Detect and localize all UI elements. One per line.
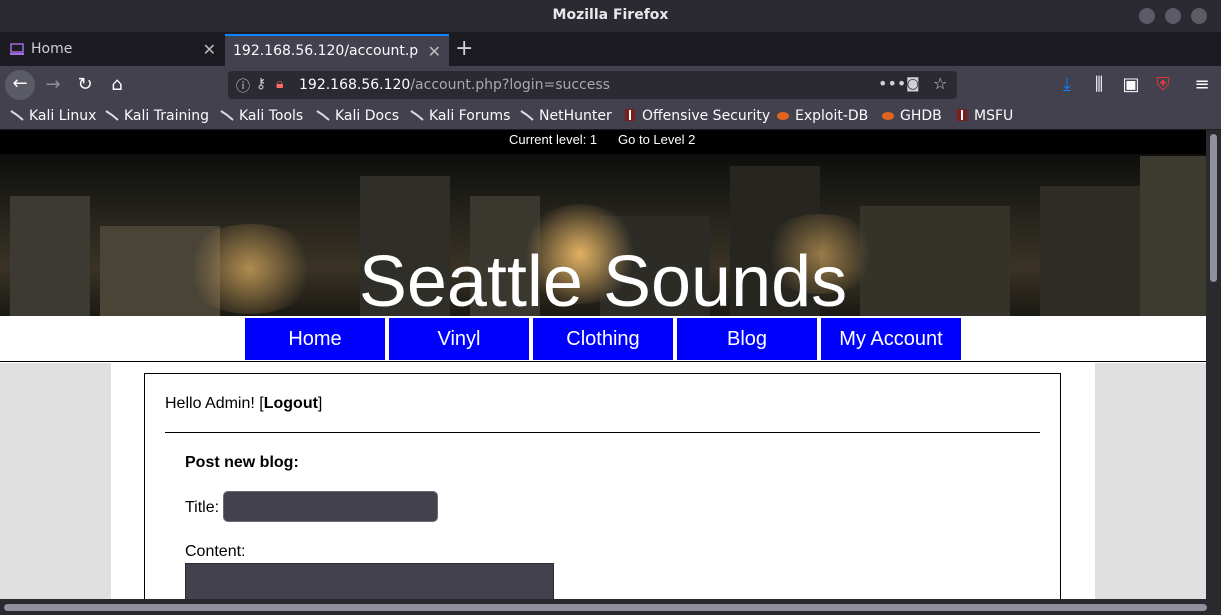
window-title: Mozilla Firefox — [552, 7, 669, 23]
tab-label: 192.168.56.120/account.php — [233, 43, 419, 59]
close-window-button[interactable] — [1191, 8, 1207, 24]
sidebar-icon[interactable]: ▣ — [1116, 71, 1146, 99]
menu-clothing[interactable]: Clothing — [533, 318, 673, 360]
scroll-thumb[interactable] — [1210, 134, 1217, 282]
level-bar: Current level: 1 Go to Level 2 — [0, 130, 1206, 154]
kali-dragon-icon — [520, 110, 534, 121]
greeting: Hello Admin! [Logout] — [165, 395, 323, 412]
page-icon — [10, 43, 24, 55]
post-blog-heading: Post new blog: — [185, 454, 299, 471]
pocket-icon[interactable]: ◙ — [906, 76, 920, 92]
kali-dragon-icon — [410, 110, 424, 121]
content-column: Hello Admin! [Logout] Post new blog: Tit… — [111, 363, 1095, 599]
current-level-text: Current level: 1 — [509, 132, 598, 147]
window-titlebar: Mozilla Firefox — [0, 0, 1221, 32]
divider — [165, 432, 1040, 433]
url-text[interactable]: 192.168.56.120/account.php?login=success — [299, 77, 610, 93]
library-icon[interactable]: ⫼ — [1084, 71, 1114, 99]
tab-label: Home — [31, 41, 73, 57]
minimize-button[interactable] — [1139, 8, 1155, 24]
navigation-toolbar: ← → ↻ ⌂ ⓘ ⚷ 🔒︎ 192.168.56.120/account.ph… — [0, 66, 1221, 104]
bookmark-kali-docs[interactable]: Kali Docs — [316, 108, 399, 124]
shield-icon[interactable]: ⛨ — [1148, 71, 1178, 99]
tab-home[interactable]: Home ✕ — [0, 34, 224, 66]
offsec-icon — [957, 109, 967, 121]
hamburger-menu-icon[interactable]: ≡ — [1187, 71, 1217, 99]
horizontal-scrollbar[interactable] — [0, 599, 1221, 615]
kali-dragon-icon — [105, 110, 119, 121]
new-tab-icon[interactable]: + — [455, 36, 473, 61]
more-icon[interactable]: ••• — [878, 74, 906, 93]
bookmark-msfu[interactable]: MSFU — [955, 108, 1013, 124]
page-viewport: Current level: 1 Go to Level 2 Seattle S… — [0, 130, 1206, 599]
forward-icon[interactable]: → — [38, 71, 68, 99]
bookmark-ghdb[interactable]: GHDB — [881, 108, 942, 124]
back-icon[interactable]: ← — [5, 70, 35, 100]
menu-my-account[interactable]: My Account — [821, 318, 961, 360]
city-banner-image: Seattle Sounds — [0, 154, 1206, 316]
menu-blog[interactable]: Blog — [677, 318, 817, 360]
logout-link[interactable]: Logout — [264, 395, 318, 412]
home-icon[interactable]: ⌂ — [102, 71, 132, 99]
info-icon[interactable]: ⓘ — [236, 76, 250, 96]
tab-account[interactable]: 192.168.56.120/account.php ✕ — [225, 34, 449, 66]
bookmark-kali-linux[interactable]: Kali Linux — [10, 108, 96, 124]
go-to-level-link[interactable]: Go to Level 2 — [618, 132, 695, 147]
title-input[interactable] — [223, 491, 438, 522]
kali-dragon-icon — [316, 110, 330, 121]
title-label: Title: — [185, 499, 220, 516]
account-panel: Hello Admin! [Logout] Post new blog: Tit… — [144, 373, 1061, 599]
bookmarks-toolbar: Kali Linux Kali Training Kali Tools Kali… — [0, 104, 1221, 130]
key-icon[interactable]: ⚷ — [256, 76, 266, 92]
vertical-scrollbar[interactable] — [1206, 130, 1221, 599]
site-title: Seattle Sounds — [358, 242, 848, 316]
bookmark-kali-tools[interactable]: Kali Tools — [220, 108, 303, 124]
url-bar[interactable]: ⓘ ⚷ 🔒︎ 192.168.56.120/account.php?login=… — [228, 71, 957, 99]
site-menu: Home Vinyl Clothing Blog My Account — [0, 316, 1206, 362]
offsec-icon — [625, 109, 635, 121]
content-textarea[interactable] — [185, 563, 554, 599]
bookmark-kali-training[interactable]: Kali Training — [105, 108, 209, 124]
star-icon[interactable]: ☆ — [933, 74, 947, 93]
bookmark-exploit-db[interactable]: Exploit-DB — [776, 108, 868, 124]
kali-dragon-icon — [220, 110, 234, 121]
scroll-thumb[interactable] — [4, 604, 1207, 611]
tab-strip: Home ✕ 192.168.56.120/account.php ✕ + — [0, 32, 1221, 66]
insecure-lock-icon[interactable]: 🔒︎ — [276, 76, 283, 92]
downloads-icon[interactable]: ⤓ — [1052, 71, 1082, 99]
kali-dragon-icon — [10, 110, 24, 121]
close-tab-icon[interactable]: ✕ — [203, 40, 216, 59]
bookmark-offensive-security[interactable]: Offensive Security — [623, 108, 770, 124]
content-area: Hello Admin! [Logout] Post new blog: Tit… — [0, 363, 1206, 599]
reload-icon[interactable]: ↻ — [70, 71, 100, 99]
close-tab-icon[interactable]: ✕ — [428, 42, 441, 61]
bookmark-kali-forums[interactable]: Kali Forums — [410, 108, 510, 124]
exploit-db-icon — [777, 112, 789, 120]
menu-home[interactable]: Home — [245, 318, 385, 360]
menu-vinyl[interactable]: Vinyl — [389, 318, 529, 360]
bookmark-nethunter[interactable]: NetHunter — [520, 108, 612, 124]
content-label: Content: — [185, 543, 246, 560]
maximize-button[interactable] — [1165, 8, 1181, 24]
ghdb-icon — [882, 112, 894, 120]
